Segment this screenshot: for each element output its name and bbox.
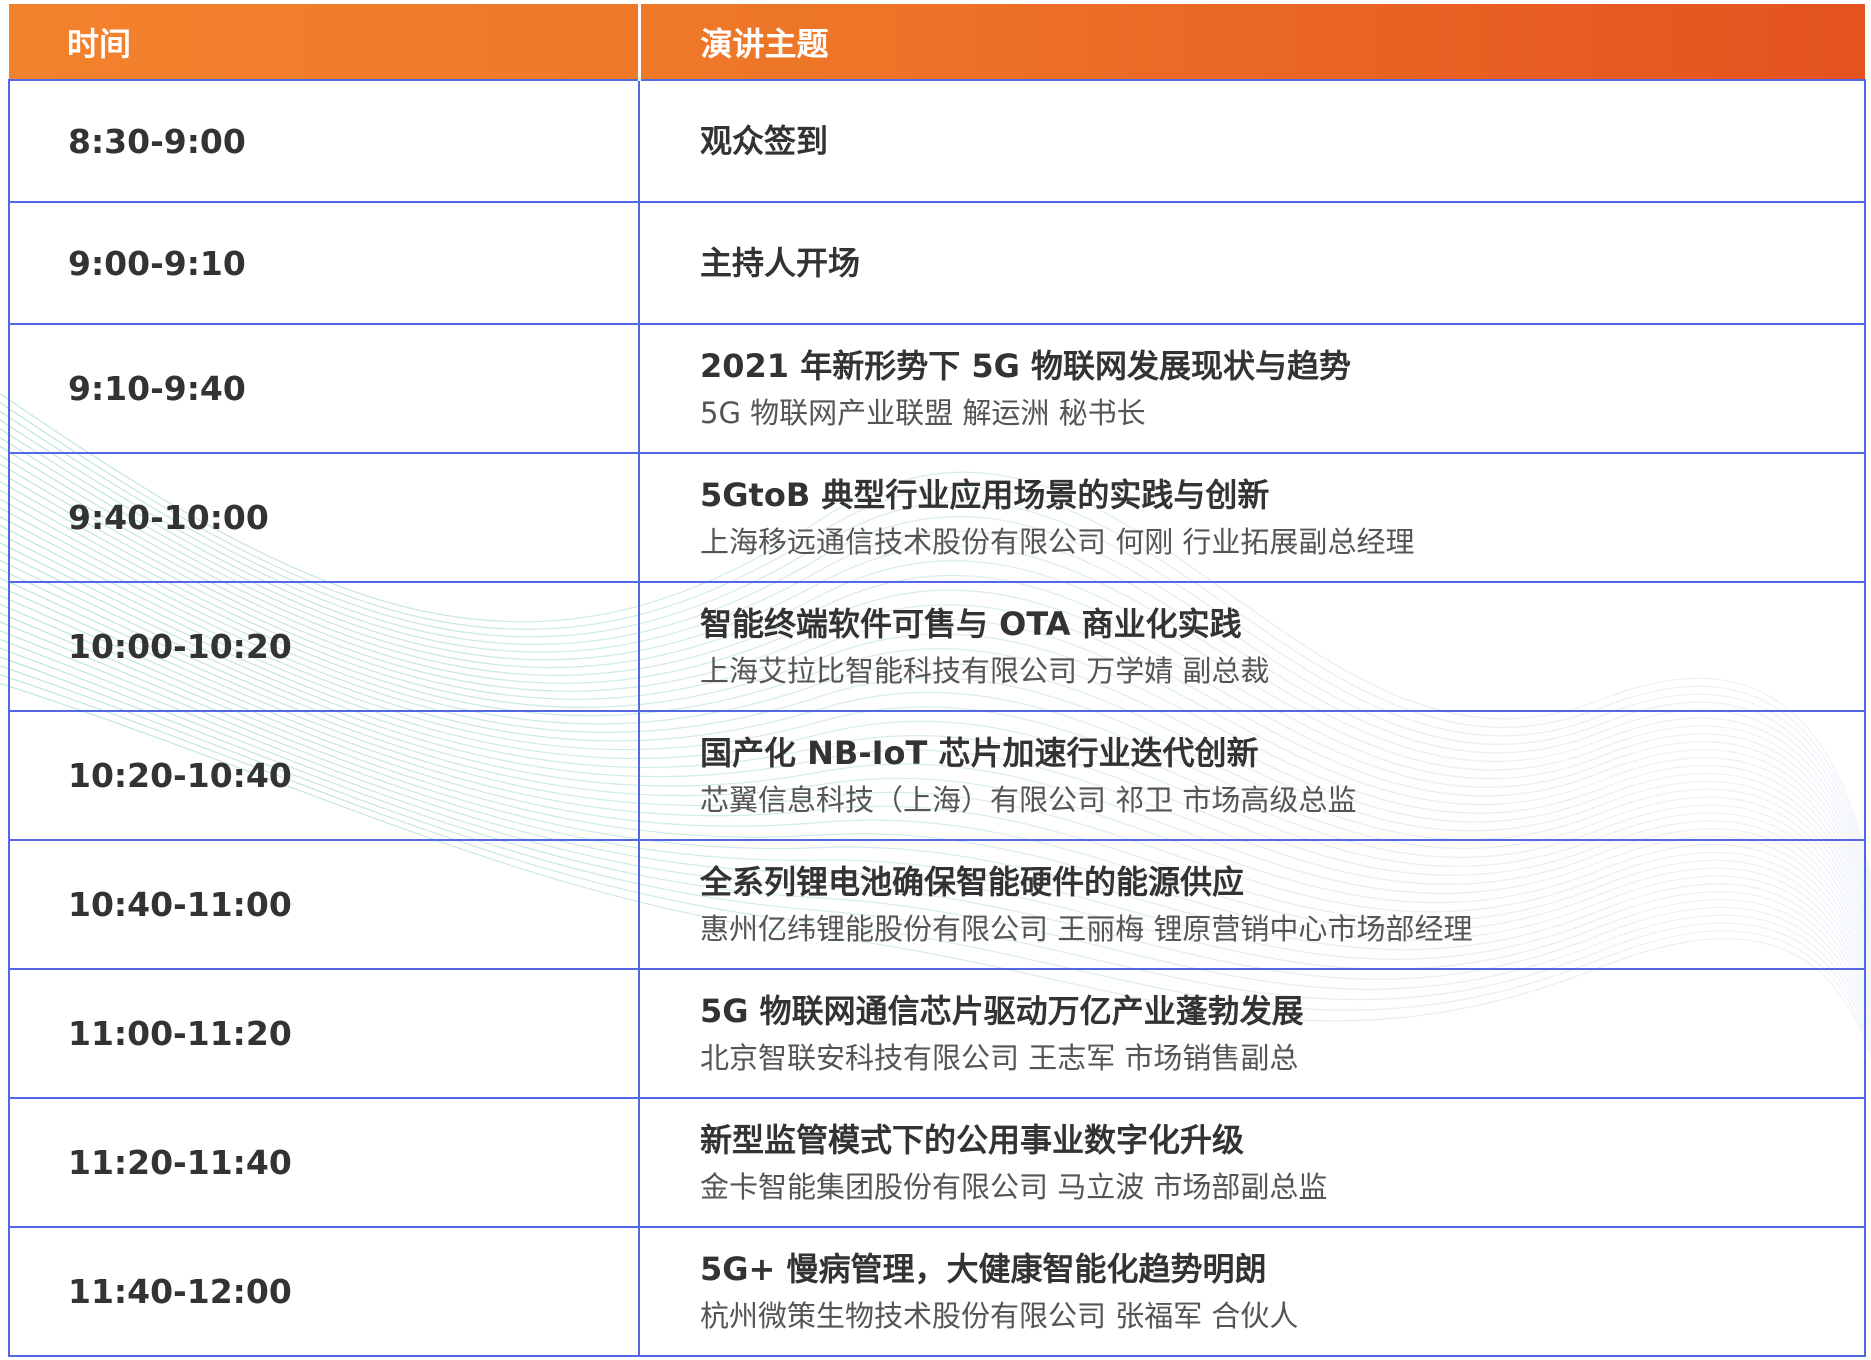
- row-topic-speaker: 上海移远通信技术股份有限公司 何刚 行业拓展副总经理: [700, 524, 1415, 559]
- row-topic-speaker: 上海艾拉比智能科技有限公司 万学婧 副总裁: [700, 653, 1270, 688]
- row-topic: 智能终端软件可售与 OTA 商业化实践 上海艾拉比智能科技有限公司 万学婧 副总…: [638, 581, 1866, 712]
- header-topic-label: 演讲主题: [700, 24, 829, 63]
- row-topic-title: 国产化 NB-IoT 芯片加速行业迭代创新: [700, 733, 1259, 772]
- agenda-row: 10:40-11:00 全系列锂电池确保智能硬件的能源供应 惠州亿纬锂能股份有限…: [8, 839, 1866, 970]
- row-time: 9:00-9:10: [8, 201, 640, 325]
- row-time: 11:00-11:20: [8, 968, 640, 1099]
- agenda-table: 时间 演讲主题 8:30-9:00 观众签到 9:00-9:10 主持人开场 9…: [8, 4, 1866, 1357]
- row-topic-title: 5G+ 慢病管理，大健康智能化趋势明朗: [700, 1249, 1267, 1288]
- row-topic: 观众签到: [638, 79, 1866, 203]
- row-topic: 国产化 NB-IoT 芯片加速行业迭代创新 芯翼信息科技（上海）有限公司 祁卫 …: [638, 710, 1866, 841]
- row-topic-title: 5GtoB 典型行业应用场景的实践与创新: [700, 475, 1270, 514]
- header-time-label: 时间: [67, 24, 132, 63]
- row-topic-title: 主持人开场: [700, 244, 861, 282]
- row-time: 9:10-9:40: [8, 323, 640, 454]
- row-topic-speaker: 北京智联安科技有限公司 王志军 市场销售副总: [700, 1040, 1299, 1075]
- row-time: 9:40-10:00: [8, 452, 640, 583]
- row-topic: 新型监管模式下的公用事业数字化升级 金卡智能集团股份有限公司 马立波 市场部副总…: [638, 1097, 1866, 1228]
- row-topic: 主持人开场: [638, 201, 1866, 325]
- row-topic-title: 5G 物联网通信芯片驱动万亿产业蓬勃发展: [700, 991, 1304, 1030]
- row-topic-speaker: 5G 物联网产业联盟 解运洲 秘书长: [700, 395, 1146, 430]
- agenda-row: 11:00-11:20 5G 物联网通信芯片驱动万亿产业蓬勃发展 北京智联安科技…: [8, 968, 1866, 1099]
- row-time: 10:40-11:00: [8, 839, 640, 970]
- row-topic-speaker: 惠州亿纬锂能股份有限公司 王丽梅 锂原营销中心市场部经理: [700, 911, 1473, 946]
- agenda-row: 9:40-10:00 5GtoB 典型行业应用场景的实践与创新 上海移远通信技术…: [8, 452, 1866, 583]
- row-topic: 5G+ 慢病管理，大健康智能化趋势明朗 杭州微策生物技术股份有限公司 张福军 合…: [638, 1226, 1866, 1357]
- row-topic-title: 2021 年新形势下 5G 物联网发展现状与趋势: [700, 346, 1352, 385]
- row-time: 11:40-12:00: [8, 1226, 640, 1357]
- row-topic-title: 全系列锂电池确保智能硬件的能源供应: [700, 862, 1245, 901]
- header-topic: 演讲主题: [639, 4, 1865, 80]
- agenda-row: 10:00-10:20 智能终端软件可售与 OTA 商业化实践 上海艾拉比智能科…: [8, 581, 1866, 712]
- row-topic-title: 智能终端软件可售与 OTA 商业化实践: [700, 604, 1242, 643]
- row-topic-speaker: 金卡智能集团股份有限公司 马立波 市场部副总监: [700, 1169, 1328, 1204]
- row-time: 8:30-9:00: [8, 79, 640, 203]
- row-topic-title: 观众签到: [700, 122, 829, 160]
- agenda-row: 11:40-12:00 5G+ 慢病管理，大健康智能化趋势明朗 杭州微策生物技术…: [8, 1226, 1866, 1357]
- agenda-header-row: 时间 演讲主题: [9, 4, 1865, 80]
- row-topic-speaker: 芯翼信息科技（上海）有限公司 祁卫 市场高级总监: [700, 782, 1357, 817]
- agenda-row: 9:10-9:40 2021 年新形势下 5G 物联网发展现状与趋势 5G 物联…: [8, 323, 1866, 454]
- agenda-row: 11:20-11:40 新型监管模式下的公用事业数字化升级 金卡智能集团股份有限…: [8, 1097, 1866, 1228]
- row-topic: 5GtoB 典型行业应用场景的实践与创新 上海移远通信技术股份有限公司 何刚 行…: [638, 452, 1866, 583]
- row-time: 10:20-10:40: [8, 710, 640, 841]
- agenda-row: 10:20-10:40 国产化 NB-IoT 芯片加速行业迭代创新 芯翼信息科技…: [8, 710, 1866, 841]
- agenda-row: 8:30-9:00 观众签到: [8, 79, 1866, 203]
- row-topic: 2021 年新形势下 5G 物联网发展现状与趋势 5G 物联网产业联盟 解运洲 …: [638, 323, 1866, 454]
- row-topic-speaker: 杭州微策生物技术股份有限公司 张福军 合伙人: [700, 1298, 1299, 1333]
- row-topic-title: 新型监管模式下的公用事业数字化升级: [700, 1120, 1245, 1159]
- header-time: 时间: [9, 4, 641, 80]
- row-topic: 5G 物联网通信芯片驱动万亿产业蓬勃发展 北京智联安科技有限公司 王志军 市场销…: [638, 968, 1866, 1099]
- row-time: 10:00-10:20: [8, 581, 640, 712]
- row-topic: 全系列锂电池确保智能硬件的能源供应 惠州亿纬锂能股份有限公司 王丽梅 锂原营销中…: [638, 839, 1866, 970]
- row-time: 11:20-11:40: [8, 1097, 640, 1228]
- agenda-row: 9:00-9:10 主持人开场: [8, 201, 1866, 325]
